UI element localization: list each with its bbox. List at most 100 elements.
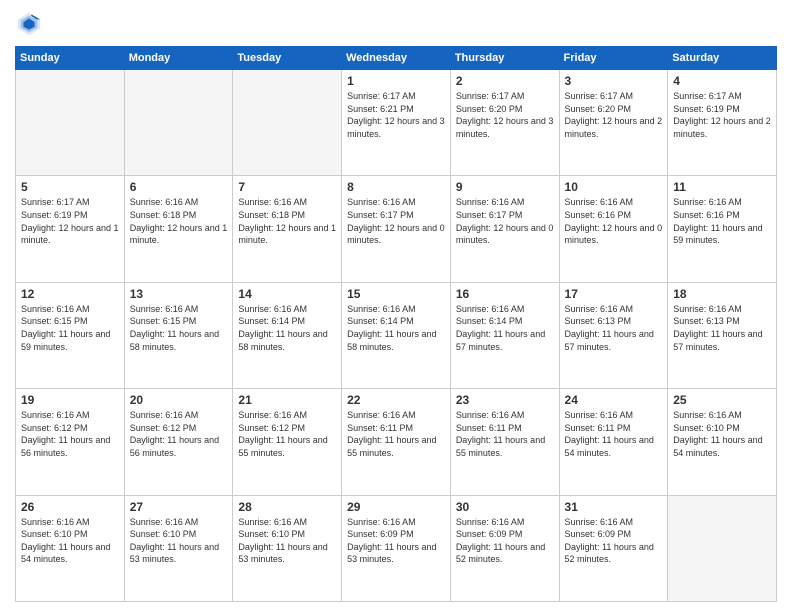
column-header-saturday: Saturday — [668, 47, 777, 70]
day-number: 22 — [347, 393, 445, 407]
calendar-cell: 12 Sunrise: 6:16 AM Sunset: 6:15 PM Dayli… — [16, 282, 125, 388]
calendar-cell: 28 Sunrise: 6:16 AM Sunset: 6:10 PM Dayli… — [233, 495, 342, 601]
day-number: 10 — [565, 180, 663, 194]
day-info: Sunrise: 6:16 AM Sunset: 6:13 PM Dayligh… — [673, 303, 771, 353]
column-header-monday: Monday — [124, 47, 233, 70]
day-info: Sunrise: 6:17 AM Sunset: 6:21 PM Dayligh… — [347, 90, 445, 140]
day-number: 27 — [130, 500, 228, 514]
day-info: Sunrise: 6:16 AM Sunset: 6:10 PM Dayligh… — [130, 516, 228, 566]
day-info: Sunrise: 6:16 AM Sunset: 6:16 PM Dayligh… — [565, 196, 663, 246]
calendar-header-row: SundayMondayTuesdayWednesdayThursdayFrid… — [16, 47, 777, 70]
calendar-cell: 26Sunrise: 6:16 AM Sunset: 6:10 PM Dayli… — [16, 495, 125, 601]
day-number: 4 — [673, 74, 771, 88]
day-info: Sunrise: 6:16 AM Sunset: 6:09 PM Dayligh… — [565, 516, 663, 566]
calendar-cell: 20Sunrise: 6:16 AM Sunset: 6:12 PM Dayli… — [124, 389, 233, 495]
day-number: 28 — [238, 500, 336, 514]
day-info: Sunrise: 6:16 AM Sunset: 6:09 PM Dayligh… — [456, 516, 554, 566]
day-info: Sunrise: 6:16 AM Sunset: 6:12 PM Dayligh… — [130, 409, 228, 459]
calendar-cell: 9Sunrise: 6:16 AM Sunset: 6:17 PM Daylig… — [450, 176, 559, 282]
calendar-cell: 15Sunrise: 6:16 AM Sunset: 6:14 PM Dayli… — [342, 282, 451, 388]
day-number: 9 — [456, 180, 554, 194]
calendar-week-1: 5 Sunrise: 6:17 AM Sunset: 6:19 PM Daylig… — [16, 176, 777, 282]
day-info: Sunrise: 6:17 AM Sunset: 6:19 PM Dayligh… — [21, 196, 119, 246]
calendar-cell: 27 Sunrise: 6:16 AM Sunset: 6:10 PM Dayli… — [124, 495, 233, 601]
column-header-sunday: Sunday — [16, 47, 125, 70]
day-number: 11 — [673, 180, 771, 194]
day-info: Sunrise: 6:17 AM Sunset: 6:20 PM Dayligh… — [456, 90, 554, 140]
calendar-cell: 6 Sunrise: 6:16 AM Sunset: 6:18 PM Daylig… — [124, 176, 233, 282]
calendar-cell: 8 Sunrise: 6:16 AM Sunset: 6:17 PM Daylig… — [342, 176, 451, 282]
day-info: Sunrise: 6:16 AM Sunset: 6:12 PM Dayligh… — [21, 409, 119, 459]
day-number: 6 — [130, 180, 228, 194]
calendar-cell: 1 Sunrise: 6:17 AM Sunset: 6:21 PM Daylig… — [342, 70, 451, 176]
day-number: 25 — [673, 393, 771, 407]
day-info: Sunrise: 6:16 AM Sunset: 6:15 PM Dayligh… — [21, 303, 119, 353]
day-number: 12 — [21, 287, 119, 301]
day-info: Sunrise: 6:16 AM Sunset: 6:11 PM Dayligh… — [456, 409, 554, 459]
day-info: Sunrise: 6:16 AM Sunset: 6:13 PM Dayligh… — [565, 303, 663, 353]
page: SundayMondayTuesdayWednesdayThursdayFrid… — [0, 0, 792, 612]
calendar-cell: 19 Sunrise: 6:16 AM Sunset: 6:12 PM Dayli… — [16, 389, 125, 495]
day-number: 19 — [21, 393, 119, 407]
calendar-body: 1 Sunrise: 6:17 AM Sunset: 6:21 PM Daylig… — [16, 70, 777, 602]
calendar-week-4: 26Sunrise: 6:16 AM Sunset: 6:10 PM Dayli… — [16, 495, 777, 601]
day-info: Sunrise: 6:16 AM Sunset: 6:09 PM Dayligh… — [347, 516, 445, 566]
day-number: 18 — [673, 287, 771, 301]
day-info: Sunrise: 6:16 AM Sunset: 6:18 PM Dayligh… — [238, 196, 336, 246]
calendar-cell: 31Sunrise: 6:16 AM Sunset: 6:09 PM Dayli… — [559, 495, 668, 601]
calendar-cell: 10 Sunrise: 6:16 AM Sunset: 6:16 PM Dayli… — [559, 176, 668, 282]
day-number: 3 — [565, 74, 663, 88]
calendar-cell — [124, 70, 233, 176]
calendar-cell: 7Sunrise: 6:16 AM Sunset: 6:18 PM Daylig… — [233, 176, 342, 282]
day-info: Sunrise: 6:16 AM Sunset: 6:11 PM Dayligh… — [565, 409, 663, 459]
day-number: 17 — [565, 287, 663, 301]
day-number: 16 — [456, 287, 554, 301]
calendar-cell — [668, 495, 777, 601]
day-info: Sunrise: 6:16 AM Sunset: 6:15 PM Dayligh… — [130, 303, 228, 353]
calendar-cell — [16, 70, 125, 176]
day-info: Sunrise: 6:16 AM Sunset: 6:18 PM Dayligh… — [130, 196, 228, 246]
day-number: 14 — [238, 287, 336, 301]
calendar-cell: 3 Sunrise: 6:17 AM Sunset: 6:20 PM Daylig… — [559, 70, 668, 176]
calendar-cell: 16 Sunrise: 6:16 AM Sunset: 6:14 PM Dayli… — [450, 282, 559, 388]
day-info: Sunrise: 6:16 AM Sunset: 6:10 PM Dayligh… — [673, 409, 771, 459]
day-number: 5 — [21, 180, 119, 194]
day-info: Sunrise: 6:17 AM Sunset: 6:20 PM Dayligh… — [565, 90, 663, 140]
day-number: 8 — [347, 180, 445, 194]
calendar-cell: 29Sunrise: 6:16 AM Sunset: 6:09 PM Dayli… — [342, 495, 451, 601]
calendar-cell: 24 Sunrise: 6:16 AM Sunset: 6:11 PM Dayli… — [559, 389, 668, 495]
calendar-cell: 23 Sunrise: 6:16 AM Sunset: 6:11 PM Dayli… — [450, 389, 559, 495]
calendar-cell: 14 Sunrise: 6:16 AM Sunset: 6:14 PM Dayli… — [233, 282, 342, 388]
calendar: SundayMondayTuesdayWednesdayThursdayFrid… — [15, 46, 777, 602]
logo-icon — [15, 10, 43, 38]
day-info: Sunrise: 6:16 AM Sunset: 6:11 PM Dayligh… — [347, 409, 445, 459]
day-number: 30 — [456, 500, 554, 514]
calendar-cell: 5 Sunrise: 6:17 AM Sunset: 6:19 PM Daylig… — [16, 176, 125, 282]
header — [15, 10, 777, 38]
day-info: Sunrise: 6:16 AM Sunset: 6:12 PM Dayligh… — [238, 409, 336, 459]
calendar-cell: 17 Sunrise: 6:16 AM Sunset: 6:13 PM Dayli… — [559, 282, 668, 388]
day-number: 13 — [130, 287, 228, 301]
day-number: 1 — [347, 74, 445, 88]
calendar-cell: 2 Sunrise: 6:17 AM Sunset: 6:20 PM Daylig… — [450, 70, 559, 176]
day-info: Sunrise: 6:16 AM Sunset: 6:14 PM Dayligh… — [456, 303, 554, 353]
calendar-cell: 4Sunrise: 6:17 AM Sunset: 6:19 PM Daylig… — [668, 70, 777, 176]
calendar-cell: 25 Sunrise: 6:16 AM Sunset: 6:10 PM Dayli… — [668, 389, 777, 495]
column-header-wednesday: Wednesday — [342, 47, 451, 70]
day-number: 21 — [238, 393, 336, 407]
calendar-cell: 18 Sunrise: 6:16 AM Sunset: 6:13 PM Dayli… — [668, 282, 777, 388]
day-info: Sunrise: 6:16 AM Sunset: 6:14 PM Dayligh… — [347, 303, 445, 353]
calendar-week-3: 19 Sunrise: 6:16 AM Sunset: 6:12 PM Dayli… — [16, 389, 777, 495]
calendar-cell: 21 Sunrise: 6:16 AM Sunset: 6:12 PM Dayli… — [233, 389, 342, 495]
day-info: Sunrise: 6:16 AM Sunset: 6:10 PM Dayligh… — [21, 516, 119, 566]
column-header-tuesday: Tuesday — [233, 47, 342, 70]
day-number: 24 — [565, 393, 663, 407]
day-info: Sunrise: 6:16 AM Sunset: 6:17 PM Dayligh… — [347, 196, 445, 246]
day-number: 2 — [456, 74, 554, 88]
day-info: Sunrise: 6:16 AM Sunset: 6:14 PM Dayligh… — [238, 303, 336, 353]
calendar-week-0: 1 Sunrise: 6:17 AM Sunset: 6:21 PM Daylig… — [16, 70, 777, 176]
day-number: 23 — [456, 393, 554, 407]
day-info: Sunrise: 6:16 AM Sunset: 6:10 PM Dayligh… — [238, 516, 336, 566]
calendar-cell — [233, 70, 342, 176]
column-header-thursday: Thursday — [450, 47, 559, 70]
